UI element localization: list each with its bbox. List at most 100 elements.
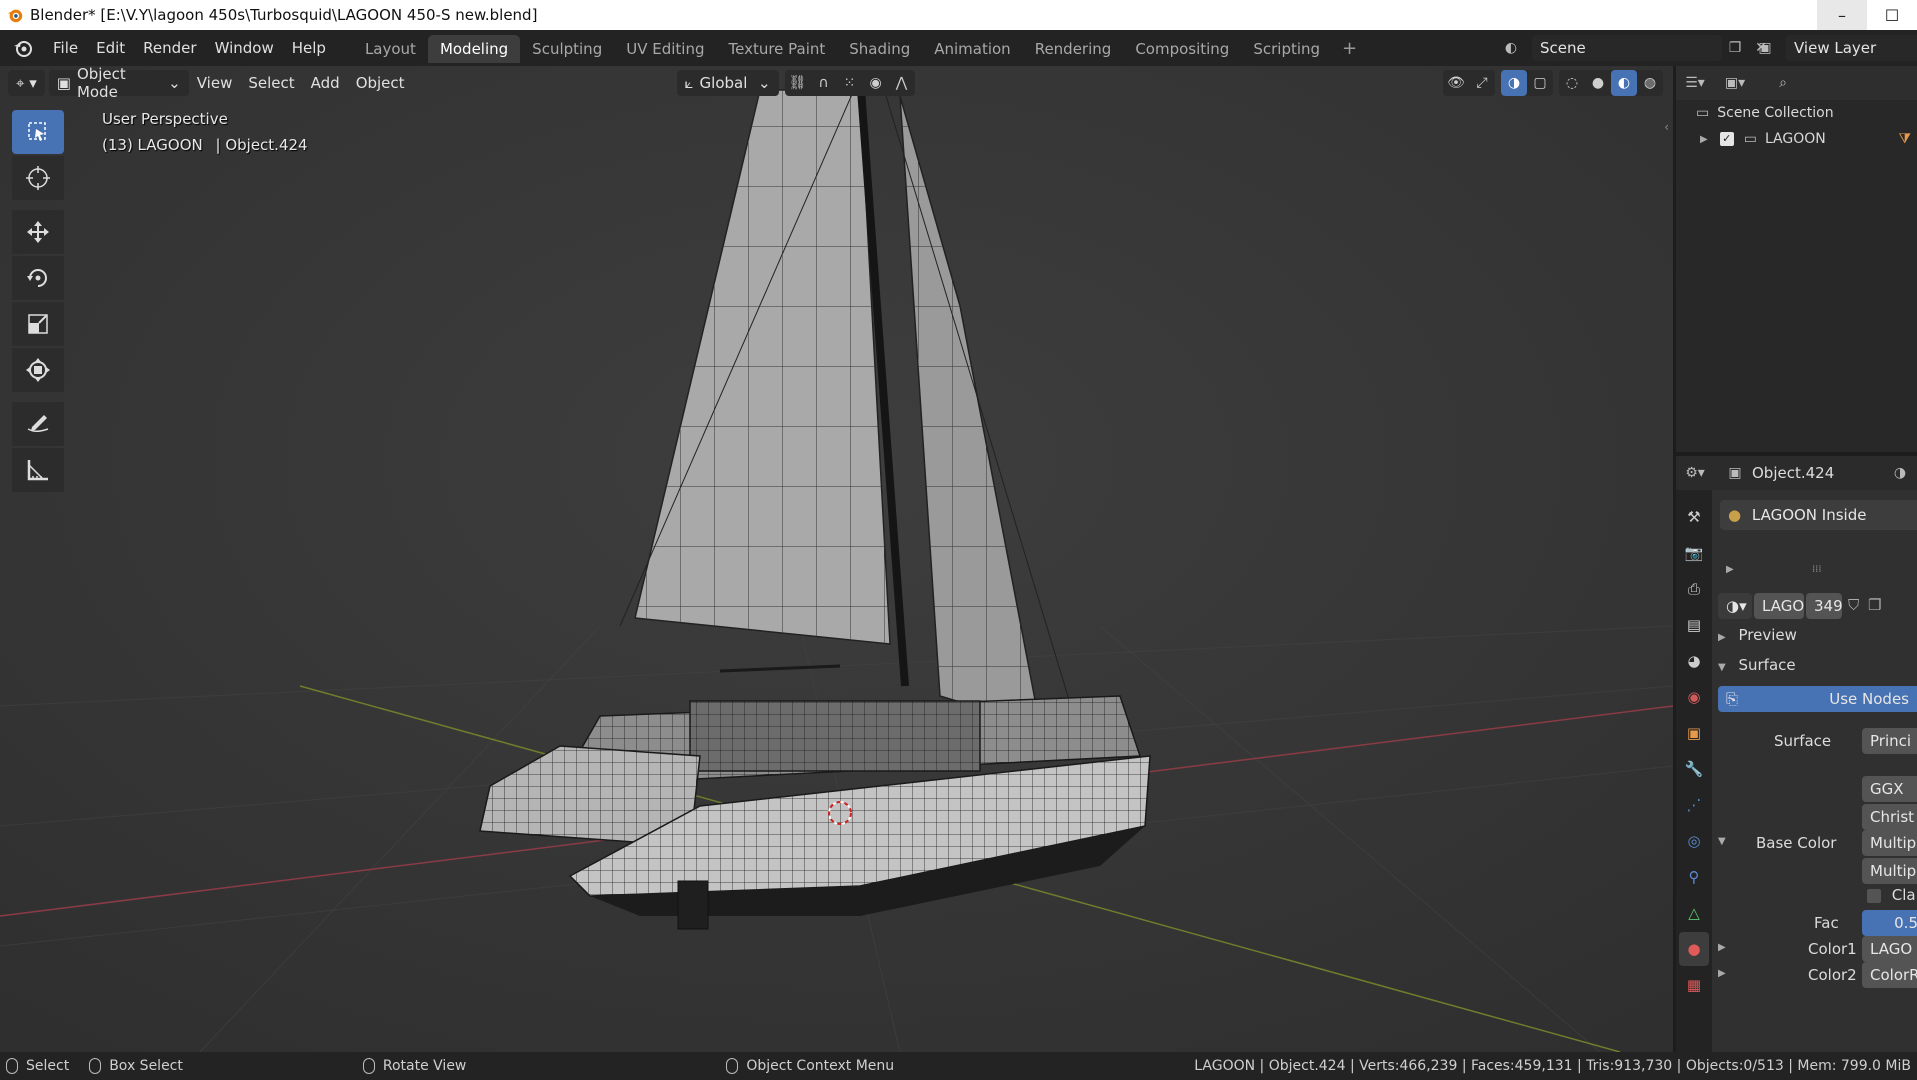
drag-handle-icon[interactable]: ⁞⁞⁞ [1812, 564, 1822, 575]
scale-tool[interactable] [12, 302, 64, 346]
visibility-icon[interactable]: 👁 [1443, 70, 1469, 96]
scene-name-field[interactable]: Scene [1532, 35, 1722, 61]
tab-sculpting[interactable]: Sculpting [520, 35, 614, 63]
use-nodes-button[interactable]: ⎘ Use Nodes [1718, 686, 1917, 712]
mode-dropdown[interactable]: ▣ Object Mode ⌄ [48, 66, 189, 101]
surface-panel-header[interactable]: ▼ Surface [1718, 656, 1796, 674]
proportional-edit-icon[interactable]: ◉ [863, 70, 889, 96]
transform-tool[interactable] [12, 348, 64, 392]
tab-data[interactable]: △ [1679, 896, 1709, 930]
orientation-dropdown[interactable]: ⟀ Global ⌄ [676, 70, 779, 96]
select-box-tool[interactable] [12, 110, 64, 154]
falloff-icon[interactable]: ⋀ [889, 70, 915, 96]
cursor-tool[interactable] [12, 156, 64, 200]
tab-scripting[interactable]: Scripting [1241, 35, 1332, 63]
search-icon[interactable]: ⌕ [1770, 70, 1796, 96]
scene-icon[interactable]: ◐ [1498, 35, 1524, 61]
expand-arrow-icon[interactable]: ▶ [1700, 134, 1708, 145]
tab-object[interactable]: ▣ [1679, 716, 1709, 750]
gizmo-icon[interactable]: ⤢ [1469, 70, 1495, 96]
menu-file[interactable]: File [44, 34, 87, 62]
fake-user-icon[interactable]: ⛉ [1848, 596, 1859, 614]
viewport-menu-view[interactable]: View [189, 70, 241, 96]
rendered-shading-icon[interactable]: ◍ [1637, 70, 1663, 96]
preview-panel-header[interactable]: ▶ Preview [1718, 626, 1797, 644]
tab-modeling[interactable]: Modeling [427, 35, 521, 63]
tab-modifiers[interactable]: 🔧 [1679, 752, 1709, 786]
duplicate-material-icon[interactable]: ❐ [1868, 596, 1881, 614]
color1-arrow[interactable]: ▶ [1718, 942, 1726, 953]
editor-type-button[interactable]: ⌖ ▾ [8, 70, 45, 96]
view-layer-icon[interactable]: ▣ [1752, 35, 1778, 61]
clamp-checkbox[interactable]: Cla [1867, 886, 1916, 904]
tab-texture[interactable]: ▦ [1679, 968, 1709, 1002]
xray-icon[interactable]: ▢ [1527, 70, 1553, 96]
material-slot-list[interactable]: ● LAGOON Inside [1720, 500, 1917, 530]
tab-output[interactable]: ⎙ [1679, 572, 1709, 606]
base-color-field[interactable]: Multip [1862, 830, 1917, 856]
outliner-row-scene-collection[interactable]: ▭ Scene Collection [1676, 100, 1917, 126]
viewport-menu-object[interactable]: Object [348, 70, 413, 96]
tab-material[interactable]: ● [1679, 932, 1709, 966]
surface-shader-field[interactable]: Princi [1862, 728, 1917, 754]
fac-slider[interactable]: 0.5 [1862, 910, 1917, 936]
editor-type-icon[interactable]: ☰▾ [1682, 70, 1708, 96]
tab-animation[interactable]: Animation [922, 35, 1022, 63]
expand-arrow-icon[interactable]: ▶ [1726, 564, 1734, 575]
sidebar-toggle-icon[interactable]: ‹ [1664, 120, 1669, 134]
measure-tool[interactable] [12, 448, 64, 492]
color1-field[interactable]: LAGO [1862, 936, 1917, 962]
subsurface-method-dropdown[interactable]: Christ [1862, 804, 1917, 830]
annotate-tool[interactable] [12, 402, 64, 446]
tab-constraints[interactable]: ⚲ [1679, 860, 1709, 894]
view-layer-field[interactable]: View Layer [1786, 35, 1917, 61]
tab-uv-editing[interactable]: UV Editing [614, 35, 716, 63]
filter-icon[interactable]: ⧩ [1899, 131, 1912, 147]
include-checkbox[interactable]: ✓ [1719, 132, 1734, 146]
tab-compositing[interactable]: Compositing [1123, 35, 1241, 63]
blender-logo-icon[interactable] [12, 37, 34, 59]
menu-window[interactable]: Window [206, 34, 283, 62]
viewport-menu-add[interactable]: Add [303, 70, 348, 96]
browse-material-button[interactable]: ◑▾ [1718, 593, 1752, 619]
snap-icon[interactable]: ∩ [811, 70, 837, 96]
outliner-row-lagoon[interactable]: ▶ ✓ ▭ LAGOON ⧩ [1676, 126, 1917, 152]
menu-render[interactable]: Render [134, 34, 205, 62]
blend-type-dropdown[interactable]: Multip [1862, 858, 1917, 884]
tab-view-layer[interactable]: ▤ [1679, 608, 1709, 642]
minimize-button[interactable]: – [1817, 0, 1867, 30]
color2-field[interactable]: ColorR [1862, 962, 1917, 988]
menu-help[interactable]: Help [283, 34, 335, 62]
add-workspace-button[interactable]: + [1332, 35, 1367, 63]
material-name-field[interactable]: LAGO... [1754, 593, 1804, 619]
rotate-tool[interactable] [12, 256, 64, 300]
tab-physics[interactable]: ◎ [1679, 824, 1709, 858]
tab-render[interactable]: 📷 [1679, 536, 1709, 570]
tab-layout[interactable]: Layout [353, 35, 428, 63]
color2-arrow[interactable]: ▶ [1718, 968, 1726, 979]
display-mode-icon[interactable]: ▣▾ [1722, 70, 1748, 96]
tab-rendering[interactable]: Rendering [1023, 35, 1124, 63]
solid-shading-icon[interactable]: ● [1585, 70, 1611, 96]
material-pin-icon[interactable]: ◑ [1887, 460, 1913, 486]
maximize-button[interactable]: ☐ [1867, 0, 1917, 30]
overlays-icon[interactable]: ◑ [1501, 70, 1527, 96]
viewport-menu-select[interactable]: Select [240, 70, 302, 96]
tab-texture-paint[interactable]: Texture Paint [716, 35, 837, 63]
3d-viewport[interactable]: ⌖ ▾ ▣ Object Mode ⌄ View Select Add Obje… [0, 66, 1673, 1052]
tab-tool[interactable]: ⚒ [1679, 500, 1709, 534]
wireframe-shading-icon[interactable]: ◌ [1559, 70, 1585, 96]
distribution-dropdown[interactable]: GGX [1862, 776, 1917, 802]
tab-shading[interactable]: Shading [837, 35, 922, 63]
pivot-icon[interactable]: ⛓ [785, 70, 811, 96]
snap-target-icon[interactable]: ⁙ [837, 70, 863, 96]
material-users-count[interactable]: 349 [1806, 593, 1842, 619]
editor-type-icon[interactable]: ⚙▾ [1682, 460, 1708, 486]
base-color-row-arrow[interactable]: ▼ [1718, 836, 1726, 847]
material-shading-icon[interactable]: ◐ [1611, 70, 1637, 96]
menu-edit[interactable]: Edit [87, 34, 134, 62]
tab-world[interactable]: ◉ [1679, 680, 1709, 714]
new-scene-icon[interactable]: ❐ [1722, 35, 1748, 61]
tab-particles[interactable]: ⋰ [1679, 788, 1709, 822]
tab-scene[interactable]: ◕ [1679, 644, 1709, 678]
